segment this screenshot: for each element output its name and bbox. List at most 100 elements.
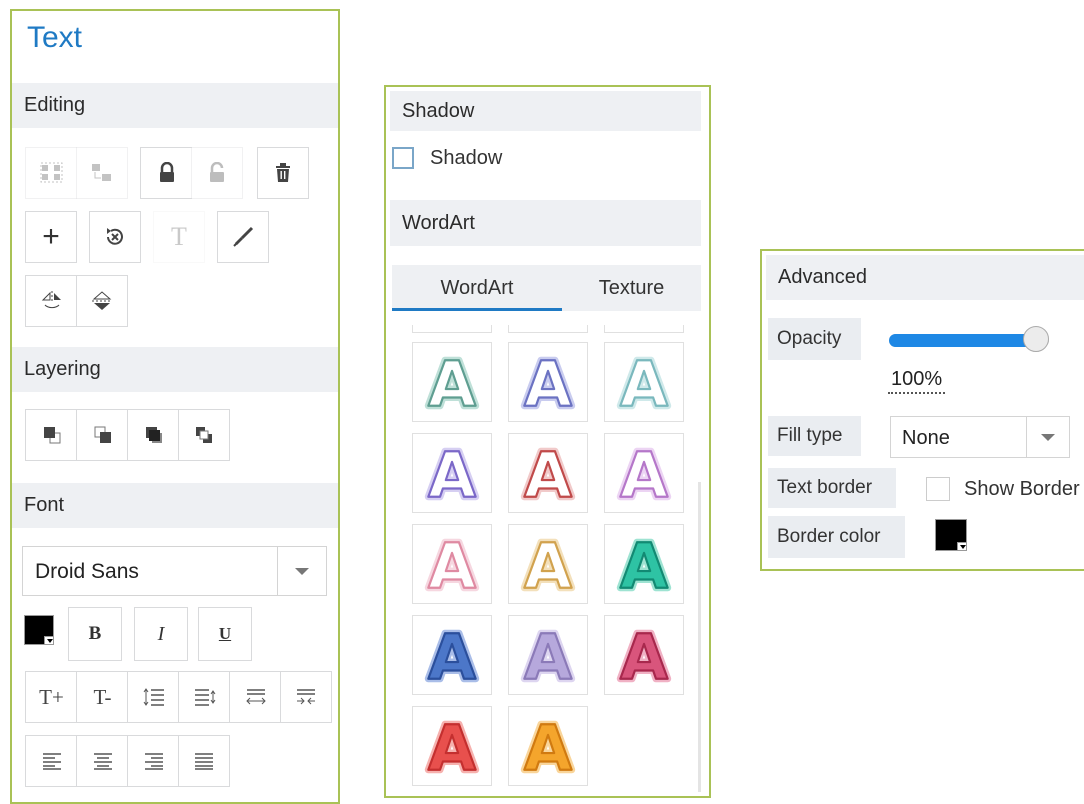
add-button[interactable]: + xyxy=(25,211,77,263)
chevron-down-icon xyxy=(295,567,309,575)
wordart-style-tile[interactable]: AA xyxy=(604,615,684,698)
show-border-label: Show Border xyxy=(964,477,1080,500)
wordart-letter-icon: AA xyxy=(425,527,480,607)
decrease-font-size-button[interactable]: T- xyxy=(76,671,128,723)
delete-button[interactable] xyxy=(257,147,309,199)
flip-vertical-icon xyxy=(92,291,112,310)
show-border-checkbox[interactable] xyxy=(926,477,950,501)
letter-spacing-expand-button[interactable] xyxy=(229,671,281,723)
wordart-letter-icon: AA xyxy=(425,709,480,789)
fill-type-label: Fill type xyxy=(768,416,861,456)
paragraph-spacing-icon xyxy=(194,689,215,706)
opacity-value[interactable]: 100% xyxy=(888,368,946,394)
flip-horizontal-button[interactable] xyxy=(25,275,77,327)
wordart-style-tile[interactable]: AA xyxy=(508,524,588,607)
wordart-letter-icon: AA xyxy=(521,345,576,425)
text-format-icon: T xyxy=(171,222,187,251)
font-family-dropdown[interactable]: Droid Sans xyxy=(22,546,327,596)
wordart-letter-icon: AA xyxy=(521,436,576,516)
clear-format-button[interactable]: T xyxy=(153,211,205,263)
increase-font-size-label: T+ xyxy=(39,684,64,709)
bring-forward-button[interactable] xyxy=(25,409,77,461)
ungroup-button[interactable] xyxy=(76,147,128,199)
wordart-style-tile[interactable]: AA xyxy=(508,433,588,516)
increase-font-size-button[interactable]: T+ xyxy=(25,671,77,723)
wordart-letter: A xyxy=(428,712,476,785)
wordart-style-tile[interactable]: AA xyxy=(604,524,684,607)
fill-type-dropdown[interactable]: None xyxy=(890,416,1070,458)
unlock-button[interactable] xyxy=(191,147,243,199)
wordart-style-tile[interactable]: AA xyxy=(508,706,588,789)
align-right-button[interactable] xyxy=(127,735,179,787)
wordart-letter: A xyxy=(620,530,668,603)
font-family-value: Droid Sans xyxy=(35,560,139,583)
justify-button[interactable] xyxy=(178,735,230,787)
wordart-style-tile[interactable]: AA xyxy=(412,524,492,607)
letter-spacing-expand-icon xyxy=(245,689,266,705)
font-section-header: Font xyxy=(12,483,338,528)
advanced-panel: Advanced Opacity 100% Fill type None Tex… xyxy=(760,249,1084,571)
send-to-back-icon xyxy=(196,427,212,443)
border-color-picker[interactable] xyxy=(935,519,967,551)
show-border-checkbox-row[interactable]: Show Border xyxy=(926,475,1080,503)
wordart-letter-icon: AA xyxy=(617,618,672,698)
lock-button[interactable] xyxy=(140,147,192,199)
flip-vertical-button[interactable] xyxy=(76,275,128,327)
wordart-style-tile[interactable]: AA xyxy=(604,342,684,425)
wordart-letter-icon: AA xyxy=(425,618,480,698)
wordart-style-tile[interactable]: AA xyxy=(412,433,492,516)
wordart-style-tile[interactable]: AA xyxy=(412,342,492,425)
wordart-letter: A xyxy=(620,348,668,421)
letter-spacing-condense-icon xyxy=(297,689,315,705)
bring-forward-icon xyxy=(43,427,60,444)
panel-title: Text xyxy=(27,21,83,54)
letter-spacing-condense-button[interactable] xyxy=(280,671,332,723)
wordart-style-grid: AAAAAAAAAAAAAAAAAAAAAAAAAAAA xyxy=(386,87,709,796)
dropdown-arrow xyxy=(277,547,326,595)
chevron-down-icon xyxy=(44,636,54,645)
format-painter-button[interactable] xyxy=(217,211,269,263)
editing-section-header: Editing xyxy=(12,83,338,128)
align-right-icon xyxy=(144,753,163,770)
fill-type-value: None xyxy=(902,427,950,449)
chevron-down-icon xyxy=(957,542,967,551)
line-spacing-button[interactable] xyxy=(127,671,179,723)
unlock-icon xyxy=(210,162,224,182)
text-panel: Text Editing + T Layering Font Droid San… xyxy=(10,9,340,804)
bring-to-front-button[interactable] xyxy=(127,409,179,461)
wordart-letter: A xyxy=(524,348,572,421)
wordart-letter: A xyxy=(524,712,572,785)
send-to-back-button[interactable] xyxy=(178,409,230,461)
wordart-style-tile[interactable]: AA xyxy=(508,342,588,425)
brush-icon xyxy=(233,226,254,247)
paragraph-spacing-button[interactable] xyxy=(178,671,230,723)
wordart-style-tile[interactable]: AA xyxy=(508,615,588,698)
send-backward-button[interactable] xyxy=(76,409,128,461)
bold-button[interactable]: B xyxy=(68,607,122,661)
wordart-letter-icon: AA xyxy=(521,709,576,789)
wordart-style-tile[interactable]: AA xyxy=(412,706,492,789)
wordart-style-tile[interactable]: AA xyxy=(412,615,492,698)
opacity-slider-thumb[interactable] xyxy=(1023,326,1049,352)
align-center-button[interactable] xyxy=(76,735,128,787)
opacity-label: Opacity xyxy=(768,318,861,360)
chevron-down-icon xyxy=(1041,433,1055,441)
italic-button[interactable]: I xyxy=(134,607,188,661)
align-center-icon xyxy=(93,753,112,770)
wordart-letter-icon: AA xyxy=(617,527,672,607)
align-justify-icon xyxy=(195,753,213,770)
wordart-letter-icon: AA xyxy=(617,345,672,425)
group-button[interactable] xyxy=(25,147,77,199)
reset-button[interactable] xyxy=(89,211,141,263)
bring-to-front-icon xyxy=(145,427,162,443)
wordart-letter: A xyxy=(524,530,572,603)
opacity-slider[interactable] xyxy=(889,326,1049,352)
font-color-picker[interactable] xyxy=(24,615,54,645)
underline-button[interactable]: U xyxy=(198,607,252,661)
wordart-letter: A xyxy=(428,530,476,603)
border-color-label: Border color xyxy=(768,516,905,558)
align-left-button[interactable] xyxy=(25,735,77,787)
advanced-section-header: Advanced xyxy=(766,255,1084,300)
wordart-scrollbar[interactable] xyxy=(698,482,701,792)
wordart-style-tile[interactable]: AA xyxy=(604,433,684,516)
